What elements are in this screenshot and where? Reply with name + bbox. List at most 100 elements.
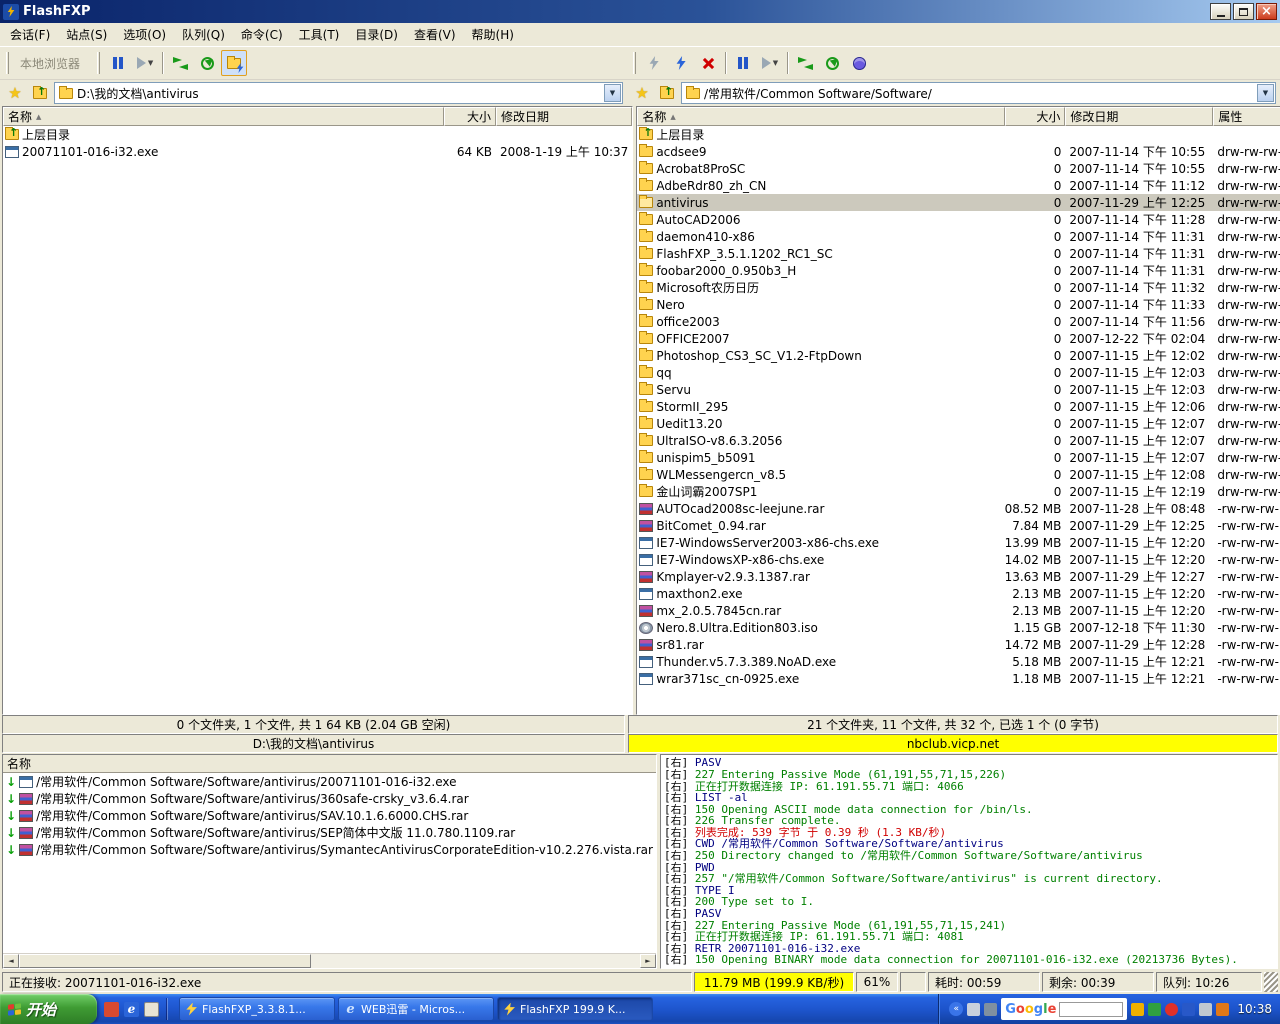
scroll-right-button[interactable]: ► (640, 954, 656, 968)
file-row[interactable]: wrar371sc_cn-0925.exe1.18 MB2007-11-15 上… (637, 670, 1280, 687)
folder-row[interactable]: OFFICE200702007-12-22 下午 02:04drw-rw-rw- (637, 330, 1280, 347)
menu-item-2[interactable]: 选项(O) (115, 23, 174, 46)
folder-row[interactable]: qq02007-11-15 上午 12:03drw-rw-rw- (637, 364, 1280, 381)
folder-row[interactable]: Servu02007-11-15 上午 12:03drw-rw-rw- (637, 381, 1280, 398)
remote-up-directory-button[interactable] (656, 83, 678, 103)
menu-item-5[interactable]: 工具(T) (291, 23, 348, 46)
close-button[interactable]: × (1256, 3, 1277, 20)
local-resume-button[interactable]: ▼ (132, 50, 158, 76)
file-row[interactable]: IE7-WindowsServer2003-x86-chs.exe13.99 M… (637, 534, 1280, 551)
up-directory-row[interactable]: 上层目录 (3, 126, 632, 143)
start-button[interactable]: 开始 (0, 994, 97, 1024)
tray-icon-3[interactable] (1131, 1003, 1144, 1016)
google-search-input[interactable] (1059, 1002, 1123, 1017)
volume-icon[interactable] (1199, 1003, 1212, 1016)
folder-row[interactable]: acdsee902007-11-14 下午 10:55drw-rw-rw- (637, 143, 1280, 160)
tray-icon-1[interactable] (967, 1003, 980, 1016)
folder-row[interactable]: 金山词霸2007SP102007-11-15 上午 12:19drw-rw-rw… (637, 483, 1280, 500)
local-refresh-button[interactable] (194, 50, 220, 76)
internet-explorer-icon[interactable]: e (124, 1002, 139, 1017)
taskbar-button-0[interactable]: FlashFXP_3.3.8.1... (179, 997, 335, 1021)
folder-row[interactable]: Nero02007-11-14 下午 11:33drw-rw-rw- (637, 296, 1280, 313)
menu-item-4[interactable]: 命令(C) (233, 23, 291, 46)
column-header-attr[interactable]: 属性 (1213, 107, 1280, 126)
folder-row[interactable]: Photoshop_CS3_SC_V1.2-FtpDown02007-11-15… (637, 347, 1280, 364)
local-path-combo[interactable]: D:\我的文档\antivirus ▼ (54, 82, 623, 104)
file-row[interactable]: maxthon2.exe2.13 MB2007-11-15 上午 12:20-r… (637, 585, 1280, 602)
toolbar-grip[interactable] (633, 52, 636, 74)
local-transfer-button[interactable] (167, 50, 193, 76)
local-pause-button[interactable] (105, 50, 131, 76)
queue-item-row[interactable]: ↓/常用软件/Common Software/Software/antiviru… (3, 824, 656, 841)
minimize-button[interactable] (1210, 3, 1231, 20)
title-bar[interactable]: FlashFXP × (0, 0, 1280, 23)
file-row[interactable]: BitComet_0.94.rar7.84 MB2007-11-29 上午 12… (637, 517, 1280, 534)
folder-row[interactable]: antivirus02007-11-29 上午 12:25drw-rw-rw- (637, 194, 1280, 211)
tray-icon-7[interactable] (1216, 1003, 1229, 1016)
remote-resume-button[interactable]: ▼ (757, 50, 783, 76)
scroll-left-button[interactable]: ◄ (3, 954, 19, 968)
remote-disconnect-button[interactable] (695, 50, 721, 76)
file-row[interactable]: sr81.rar14.72 MB2007-11-29 上午 12:28-rw-r… (637, 636, 1280, 653)
remote-pause-button[interactable] (730, 50, 756, 76)
file-row[interactable]: Nero.8.Ultra.Edition803.iso1.15 GB2007-1… (637, 619, 1280, 636)
queue-column-header[interactable]: 名称 (3, 755, 656, 773)
folder-row[interactable]: daemon410-x8602007-11-14 下午 11:31drw-rw-… (637, 228, 1280, 245)
taskbar-button-2[interactable]: FlashFXP 199.9 K... (497, 997, 653, 1021)
column-header-date[interactable]: 修改日期 (1065, 107, 1213, 126)
toolbar-grip[interactable] (6, 52, 9, 74)
up-directory-row[interactable]: 上层目录 (637, 126, 1280, 143)
queue-item-row[interactable]: ↓/常用软件/Common Software/Software/antiviru… (3, 841, 656, 858)
local-bookmarks-button[interactable]: ★ (4, 83, 26, 103)
folder-row[interactable]: Uedit13.2002007-11-15 上午 12:07drw-rw-rw- (637, 415, 1280, 432)
file-row[interactable]: 20071101-016-i32.exe64 KB2008-1-19 上午 10… (3, 143, 632, 160)
menu-item-0[interactable]: 会话(F) (2, 23, 58, 46)
menu-item-3[interactable]: 队列(Q) (174, 23, 233, 46)
local-up-directory-button[interactable] (29, 83, 51, 103)
queue-item-row[interactable]: ↓/常用软件/Common Software/Software/antiviru… (3, 790, 656, 807)
menu-item-8[interactable]: 帮助(H) (464, 23, 522, 46)
column-header-date[interactable]: 修改日期 (496, 107, 632, 126)
tray-chevron-icon[interactable]: « (949, 1002, 963, 1016)
folder-sync-button[interactable] (221, 50, 247, 76)
column-header-name[interactable]: 名称▲ (637, 107, 1005, 126)
file-row[interactable]: Kmplayer-v2.9.3.1387.rar13.63 MB2007-11-… (637, 568, 1280, 585)
folder-row[interactable]: foobar2000_0.950b3_H02007-11-14 下午 11:31… (637, 262, 1280, 279)
queue-horizontal-scrollbar[interactable]: ◄ ► (3, 953, 656, 968)
queue-item-row[interactable]: ↓/常用软件/Common Software/Software/antiviru… (3, 807, 656, 824)
folder-row[interactable]: WLMessengercn_v8.502007-11-15 上午 12:08dr… (637, 466, 1280, 483)
quick-launch-icon-1[interactable] (104, 1002, 119, 1017)
folder-row[interactable]: unispim5_b509102007-11-15 上午 12:07drw-rw… (637, 449, 1280, 466)
folder-row[interactable]: UltraISO-v8.6.3.205602007-11-15 上午 12:07… (637, 432, 1280, 449)
taskbar-clock[interactable]: 10:38 (1237, 1002, 1272, 1016)
queue-item-row[interactable]: ↓/常用软件/Common Software/Software/antiviru… (3, 773, 656, 790)
toolbar-grip[interactable] (97, 52, 100, 74)
remote-path-dropdown[interactable]: ▼ (1257, 84, 1274, 102)
remote-identity-button[interactable] (846, 50, 872, 76)
maximize-button[interactable] (1233, 3, 1254, 20)
folder-row[interactable]: office200302007-11-14 下午 11:56drw-rw-rw- (637, 313, 1280, 330)
menu-item-1[interactable]: 站点(S) (58, 23, 115, 46)
remote-path-combo[interactable]: /常用软件/Common Software/Software/ ▼ (681, 82, 1276, 104)
file-row[interactable]: mx_2.0.5.7845cn.rar2.13 MB2007-11-15 上午 … (637, 602, 1280, 619)
folder-row[interactable]: Microsoft农历日历02007-11-14 下午 11:32drw-rw-… (637, 279, 1280, 296)
folder-row[interactable]: AutoCAD200602007-11-14 下午 11:28drw-rw-rw… (637, 211, 1280, 228)
tray-icon-2[interactable] (984, 1003, 997, 1016)
column-header-size[interactable]: 大小 (1005, 107, 1065, 126)
remote-transfer-button[interactable] (792, 50, 818, 76)
file-row[interactable]: IE7-WindowsXP-x86-chs.exe14.02 MB2007-11… (637, 551, 1280, 568)
file-row[interactable]: Thunder.v5.7.3.389.NoAD.exe5.18 MB2007-1… (637, 653, 1280, 670)
tray-icon-6[interactable] (1182, 1003, 1195, 1016)
scroll-track[interactable] (311, 954, 640, 968)
folder-row[interactable]: FlashFXP_3.5.1.1202_RC1_SC02007-11-14 下午… (637, 245, 1280, 262)
tray-icon-5[interactable] (1165, 1003, 1178, 1016)
remote-connect-button[interactable] (641, 50, 667, 76)
folder-row[interactable]: AdbeRdr80_zh_CN02007-11-14 下午 11:12drw-r… (637, 177, 1280, 194)
local-path-dropdown[interactable]: ▼ (604, 84, 621, 102)
taskbar-button-1[interactable]: eWEB迅雷 - Micros... (338, 997, 494, 1021)
scroll-thumb[interactable] (19, 954, 311, 968)
tray-icon-4[interactable] (1148, 1003, 1161, 1016)
remote-bookmarks-button[interactable]: ★ (631, 83, 653, 103)
remote-quick-connect-button[interactable] (668, 50, 694, 76)
folder-row[interactable]: Acrobat8ProSC02007-11-14 下午 10:55drw-rw-… (637, 160, 1280, 177)
